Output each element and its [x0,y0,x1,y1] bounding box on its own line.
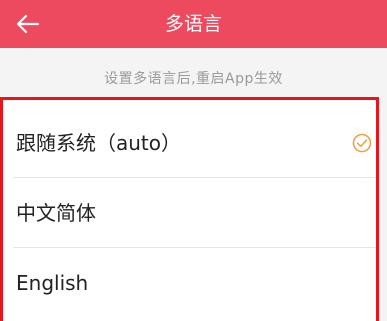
language-option-auto[interactable]: 跟随系统（auto） [3,108,376,178]
language-option-label: 中文简体 [16,201,96,225]
language-option-label: English [16,271,89,295]
restart-hint: 设置多语言后,重启App生效 [104,71,283,87]
language-option-zh-cn[interactable]: 中文简体 [3,178,376,248]
language-option-english[interactable]: English [3,248,376,318]
app-header: 多语言 [0,0,387,48]
language-option-label: 跟随系统（auto） [16,131,182,155]
language-list: 跟随系统（auto） 中文简体 English [0,97,379,321]
check-icon [352,133,372,153]
page-title: 多语言 [164,13,222,35]
